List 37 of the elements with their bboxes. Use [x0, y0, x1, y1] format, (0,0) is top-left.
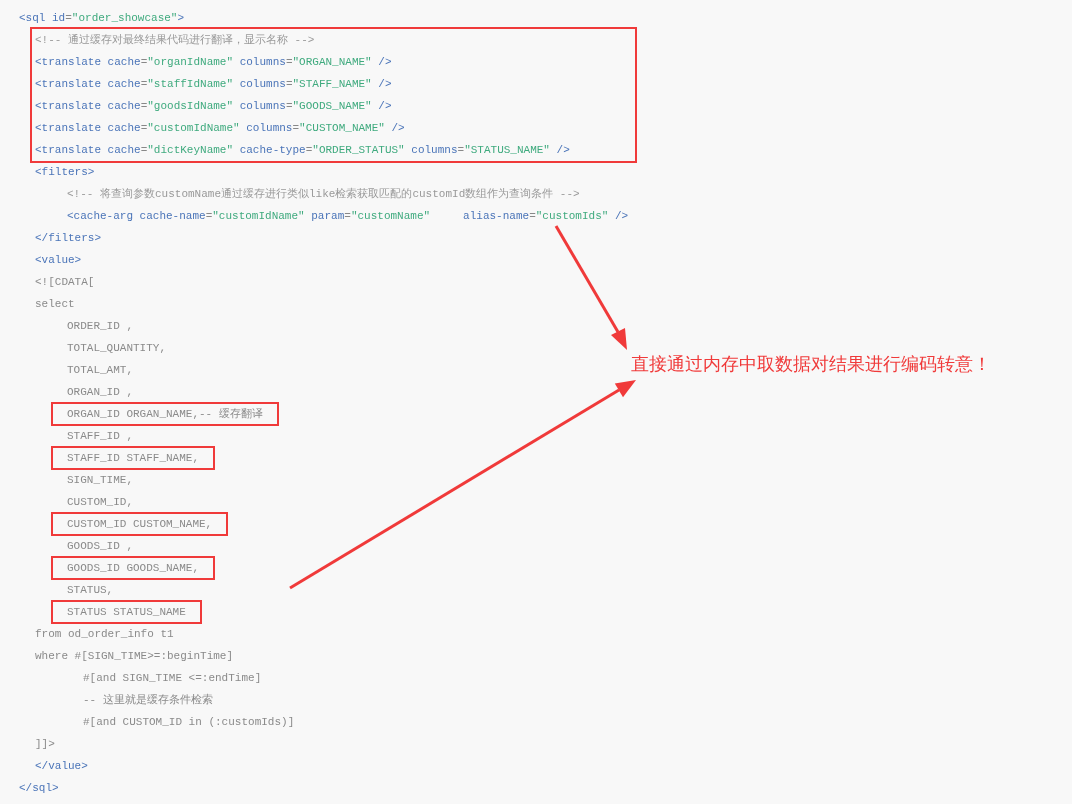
code-line: <translate cache="customIdName" columns="CUSTOM_NAME" /> [35, 120, 405, 136]
code-line: <value> [35, 252, 82, 268]
code-line: <translate cache="goodsIdName" columns="GOODS_NAME" /> [35, 98, 392, 114]
code-line: CUSTOM_ID CUSTOM_NAME, [67, 516, 213, 532]
code-line: ORDER_ID , [67, 318, 133, 334]
code-line: <translate cache="dictKeyName" cache-type="ORDER_STATUS" columns="STATUS_NAME" /> [35, 142, 570, 158]
code-line: </sql> [19, 780, 59, 796]
code-line: <![CDATA[ [35, 274, 95, 290]
code-line: TOTAL_AMT, [67, 362, 133, 378]
code-line: <translate cache="staffIdName" columns="STAFF_NAME" /> [35, 76, 392, 92]
code-line: -- 这里就是缓存条件检索 [83, 692, 213, 708]
code-line: <cache-arg cache-name="customIdName" param="customName" alias-name="customIds" /> [67, 208, 629, 224]
code-line: from od_order_info t1 [35, 626, 174, 642]
code-line: CUSTOM_ID, [67, 494, 133, 510]
code-line: </filters> [35, 230, 101, 246]
code-line: #[and CUSTOM_ID in (:customIds)] [83, 714, 295, 730]
code-line: <sql id="order_showcase"> [19, 10, 185, 26]
code-line: ORGAN_ID ORGAN_NAME,-- 缓存翻译 [67, 406, 263, 422]
code-line: </value> [35, 758, 88, 774]
code-line: STAFF_ID , [67, 428, 133, 444]
code-line: select [35, 296, 75, 312]
code-line: <!-- 通过缓存对最终结果代码进行翻译，显示名称 --> [35, 32, 315, 48]
code-line: where #[SIGN_TIME>=:beginTime] [35, 648, 234, 664]
code-line: TOTAL_QUANTITY, [67, 340, 167, 356]
code-line: ORGAN_ID , [67, 384, 133, 400]
code-line: <filters> [35, 164, 95, 180]
code-line: <translate cache="organIdName" columns="ORGAN_NAME" /> [35, 54, 392, 70]
code-line: STATUS, [67, 582, 114, 598]
code-line: SIGN_TIME, [67, 472, 133, 488]
code-line: <!-- 将查询参数customName通过缓存进行类似like检索获取匹配的customId数组作为查询条件 --> [67, 186, 580, 202]
code-line: STAFF_ID STAFF_NAME, [67, 450, 200, 466]
code-line: ]]> [35, 736, 55, 752]
code-line: STATUS STATUS_NAME [67, 604, 186, 620]
code-line: #[and SIGN_TIME <=:endTime] [83, 670, 262, 686]
code-line: GOODS_ID GOODS_NAME, [67, 560, 200, 576]
code-line: GOODS_ID , [67, 538, 133, 554]
annotation-text: 直接通过内存中取数据对结果进行编码转意！ [631, 353, 991, 376]
